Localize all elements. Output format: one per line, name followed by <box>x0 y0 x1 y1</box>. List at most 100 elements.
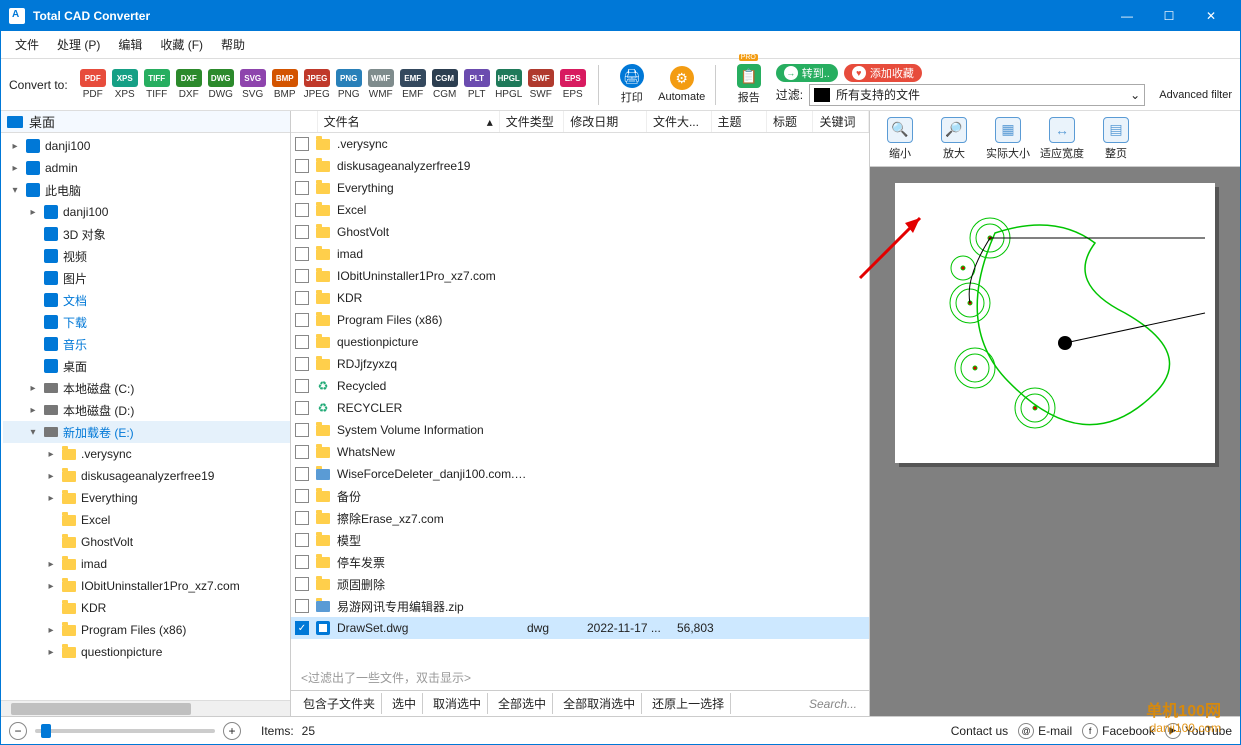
tree-node[interactable]: ▸.verysync <box>3 443 290 465</box>
file-row[interactable]: 备份 <box>291 485 869 507</box>
format-eps[interactable]: EPSEPS <box>558 69 588 100</box>
tree-node[interactable]: 3D 对象 <box>3 223 290 245</box>
format-bmp[interactable]: BMPBMP <box>270 69 300 100</box>
tree-node[interactable]: 音乐 <box>3 333 290 355</box>
row-checkbox[interactable] <box>295 445 309 459</box>
tree-node[interactable]: ▸IObitUninstaller1Pro_xz7.com <box>3 575 290 597</box>
report-button[interactable]: PRO 📋 报告 <box>726 62 772 107</box>
include-subfolders-button[interactable]: 包含子文件夹 <box>297 693 382 714</box>
tree-header[interactable]: 桌面 <box>1 111 290 133</box>
tree-node[interactable]: ▾此电脑 <box>3 179 290 201</box>
column-header[interactable]: 标题 <box>767 111 813 132</box>
tree-node[interactable]: ▸本地磁盘 (D:) <box>3 399 290 421</box>
file-row[interactable]: 擦除Erase_xz7.com <box>291 507 869 529</box>
format-jpeg[interactable]: JPEGJPEG <box>302 69 332 100</box>
menu-item[interactable]: 收藏 (F) <box>152 33 211 56</box>
expand-icon[interactable]: ▸ <box>45 625 57 636</box>
file-row[interactable]: 停车发票 <box>291 551 869 573</box>
file-row[interactable]: ♻Recycled <box>291 375 869 397</box>
file-list[interactable]: .verysyncdiskusageanalyzerfree19Everythi… <box>291 133 869 665</box>
uncheck-button[interactable]: 取消选中 <box>427 693 488 714</box>
check-all-button[interactable]: 全部选中 <box>492 693 553 714</box>
row-checkbox[interactable] <box>295 181 309 195</box>
format-svg[interactable]: SVGSVG <box>238 69 268 100</box>
row-checkbox[interactable] <box>295 357 309 371</box>
add-favorite-button[interactable]: ♥ 添加收藏 <box>844 64 922 82</box>
row-checkbox[interactable] <box>295 401 309 415</box>
column-header[interactable]: 主题 <box>712 111 768 132</box>
undo-selection-button[interactable]: 还原上一选择 <box>646 693 731 714</box>
row-checkbox[interactable] <box>295 467 309 481</box>
format-plt[interactable]: PLTPLT <box>462 69 492 100</box>
file-row[interactable]: .verysync <box>291 133 869 155</box>
expand-icon[interactable]: ▸ <box>27 207 39 218</box>
filter-dropdown[interactable]: 所有支持的文件 ⌄ <box>809 84 1145 106</box>
expand-icon[interactable]: ▾ <box>9 185 21 196</box>
file-row[interactable]: Everything <box>291 177 869 199</box>
format-emf[interactable]: EMFEMF <box>398 69 428 100</box>
menu-item[interactable]: 文件 <box>7 33 47 56</box>
tree-node[interactable]: ▾新加载卷 (E:) <box>3 421 290 443</box>
format-png[interactable]: PNGPNG <box>334 69 364 100</box>
row-checkbox[interactable] <box>295 203 309 217</box>
column-header[interactable]: 文件名▴ <box>318 111 500 132</box>
file-list-header[interactable]: 文件名▴文件类型修改日期文件大...主题标题关键词 <box>291 111 869 133</box>
format-tiff[interactable]: TIFFTIFF <box>142 69 172 100</box>
row-checkbox[interactable] <box>295 423 309 437</box>
file-row[interactable]: IObitUninstaller1Pro_xz7.com <box>291 265 869 287</box>
folder-tree[interactable]: ▸danji100▸admin▾此电脑▸danji1003D 对象视频图片文档下… <box>1 133 290 700</box>
tree-node[interactable]: 桌面 <box>3 355 290 377</box>
format-wmf[interactable]: WMFWMF <box>366 69 396 100</box>
preview-tool-3[interactable]: ↔适应宽度 <box>1036 115 1088 163</box>
tree-node[interactable]: ▸imad <box>3 553 290 575</box>
expand-icon[interactable]: ▸ <box>9 141 21 152</box>
tree-node[interactable]: ▸Everything <box>3 487 290 509</box>
check-button[interactable]: 选中 <box>386 693 423 714</box>
expand-icon[interactable]: ▸ <box>45 449 57 460</box>
zoom-out-button[interactable]: − <box>9 722 27 740</box>
row-checkbox[interactable] <box>295 269 309 283</box>
file-row[interactable]: WhatsNew <box>291 441 869 463</box>
format-cgm[interactable]: CGMCGM <box>430 69 460 100</box>
tree-node[interactable]: GhostVolt <box>3 531 290 553</box>
row-checkbox[interactable] <box>295 555 309 569</box>
tree-node[interactable]: Excel <box>3 509 290 531</box>
file-row[interactable]: RDJjfzyxzq <box>291 353 869 375</box>
menu-item[interactable]: 编辑 <box>110 33 150 56</box>
row-checkbox[interactable] <box>295 313 309 327</box>
row-checkbox[interactable] <box>295 379 309 393</box>
column-header[interactable]: 文件大... <box>647 111 712 132</box>
row-checkbox[interactable]: ✓ <box>295 621 309 635</box>
email-link[interactable]: @E-mail <box>1018 723 1072 739</box>
expand-icon[interactable]: ▾ <box>27 427 39 438</box>
column-header[interactable]: 修改日期 <box>564 111 647 132</box>
facebook-link[interactable]: fFacebook <box>1082 723 1155 739</box>
tree-node[interactable]: ▸danji100 <box>3 201 290 223</box>
preview-tool-1[interactable]: 🔎放大 <box>928 115 980 163</box>
tree-node[interactable]: KDR <box>3 597 290 619</box>
search-input[interactable]: Search... <box>803 695 863 713</box>
tree-node[interactable]: 下载 <box>3 311 290 333</box>
print-button[interactable]: 🖨 打印 <box>609 62 655 107</box>
column-header[interactable]: 文件类型 <box>500 111 565 132</box>
moveto-button[interactable]: → 转到.. <box>776 64 838 82</box>
menu-item[interactable]: 处理 (P) <box>49 33 108 56</box>
row-checkbox[interactable] <box>295 533 309 547</box>
automate-button[interactable]: ⚙ Automate <box>659 64 705 105</box>
tree-node[interactable]: ▸diskusageanalyzerfree19 <box>3 465 290 487</box>
preview-tool-2[interactable]: ▦实际大小 <box>982 115 1034 163</box>
tree-node[interactable]: 文档 <box>3 289 290 311</box>
tree-node[interactable]: ▸Program Files (x86) <box>3 619 290 641</box>
file-row[interactable]: 顽固删除 <box>291 573 869 595</box>
tree-node[interactable]: 图片 <box>3 267 290 289</box>
zoom-slider[interactable] <box>35 729 215 733</box>
file-row[interactable]: ♻RECYCLER <box>291 397 869 419</box>
format-dxf[interactable]: DXFDXF <box>174 69 204 100</box>
expand-icon[interactable]: ▸ <box>45 493 57 504</box>
maximize-button[interactable]: ☐ <box>1148 1 1190 31</box>
tree-scrollbar[interactable] <box>1 700 290 716</box>
file-row[interactable]: WiseForceDeleter_danji100.com.zip <box>291 463 869 485</box>
row-checkbox[interactable] <box>295 489 309 503</box>
file-row[interactable]: Program Files (x86) <box>291 309 869 331</box>
youtube-link[interactable]: ▶YouTube <box>1165 723 1232 739</box>
